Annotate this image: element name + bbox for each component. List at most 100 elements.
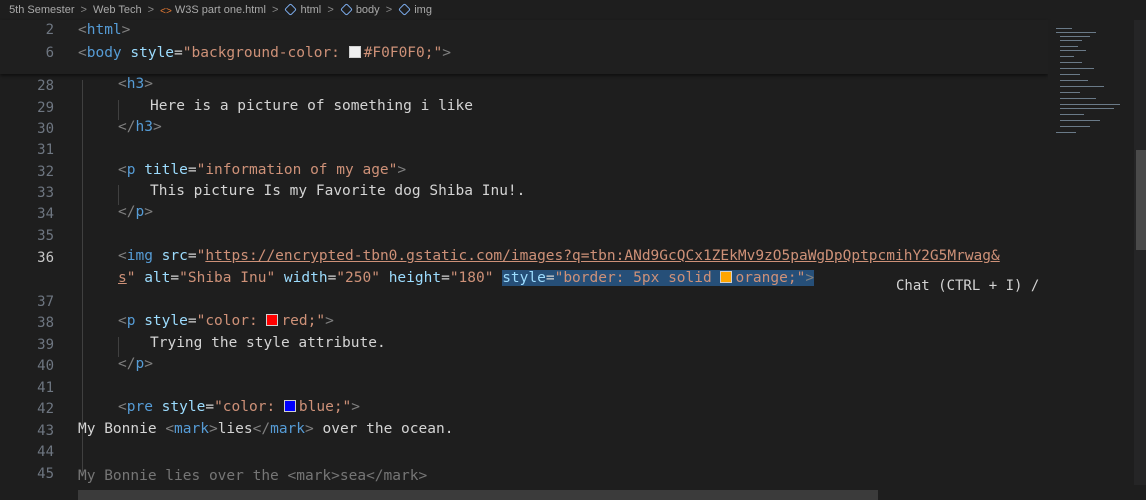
line-number: 35 — [37, 228, 54, 244]
tag-name: mark — [270, 421, 306, 437]
minimap-line — [1056, 28, 1072, 29]
line-number-gutter: 28 29 30 31 32 33 34 35 36 37 38 39 40 4… — [0, 20, 64, 485]
line-number: 29 — [37, 100, 54, 116]
minimap-line — [1060, 46, 1078, 47]
tag-name: mark — [174, 421, 209, 437]
minimap-line — [1060, 92, 1080, 93]
minimap-line — [1060, 120, 1100, 121]
text-content: lies — [217, 421, 253, 437]
tag-name: img — [126, 248, 153, 264]
line-number: 44 — [37, 444, 54, 460]
breadcrumb-item-file[interactable]: W3S part one.html — [175, 0, 266, 20]
breadcrumb-item-folder[interactable]: Web Tech — [93, 0, 142, 20]
breadcrumb-separator: > — [271, 4, 279, 16]
color-swatch-blue[interactable] — [283, 400, 296, 412]
minimap-line — [1060, 62, 1082, 63]
text-content: over the ocean. — [313, 421, 454, 437]
selected-text: style="border: 5px solid orange;"> — [502, 270, 815, 286]
code-line: This picture Is my Favorite dog Shiba In… — [150, 183, 525, 199]
sticky-scroll-header[interactable]: 2 <html> 6 <body style="background-color… — [0, 20, 1048, 74]
minimap-line — [1060, 108, 1114, 109]
scrollbar-thumb[interactable] — [1136, 150, 1146, 250]
attribute-name: src — [161, 248, 188, 264]
breadcrumb-separator: > — [80, 4, 87, 16]
breadcrumb-item-folder[interactable]: 5th Semester — [9, 0, 74, 20]
line-number: 41 — [37, 380, 54, 396]
line-number: 39 — [37, 337, 54, 353]
vertical-scrollbar[interactable] — [1134, 20, 1146, 485]
attribute-name: title — [144, 162, 188, 178]
code-line: </p> — [118, 204, 153, 220]
attribute-value: "Shiba Inu" — [179, 270, 276, 286]
line-number: 30 — [37, 121, 54, 137]
html-file-icon: <> — [160, 6, 172, 17]
line-number-active: 36 — [37, 250, 54, 266]
color-swatch-f0f0f0[interactable] — [348, 46, 361, 58]
sticky-line[interactable]: <html> — [78, 22, 130, 38]
code-editor[interactable]: 28 29 30 31 32 33 34 35 36 37 38 39 40 4… — [0, 20, 1048, 500]
tag-name: p — [135, 204, 145, 220]
minimap-line — [1060, 36, 1090, 37]
minimap-line — [1060, 126, 1090, 127]
tag-name: pre — [126, 399, 153, 415]
element-icon — [284, 3, 298, 16]
code-line-partial: My Bonnie lies over the <mark>sea</mark> — [78, 468, 427, 484]
minimap-line — [1060, 68, 1094, 69]
breadcrumb: 5th Semester > Web Tech > <> W3S part one… — [0, 0, 1146, 20]
attribute-name: alt — [144, 270, 171, 286]
attribute-value: red;" — [281, 313, 326, 329]
minimap-line — [1060, 104, 1120, 105]
horizontal-scrollbar[interactable] — [78, 490, 878, 500]
code-line-wrapped: s" alt="Shiba Inu" width="250" height="1… — [118, 270, 815, 286]
line-number: 33 — [37, 185, 54, 201]
minimap-line — [1060, 114, 1084, 115]
attribute-value: "color: — [214, 399, 284, 415]
line-number: 37 — [37, 294, 54, 310]
color-swatch-orange[interactable] — [720, 271, 733, 283]
element-icon — [339, 3, 353, 16]
attribute-value: "border: 5px solid — [554, 270, 721, 286]
text-content: This picture Is my Favorite dog Shiba In… — [150, 183, 526, 199]
src-url-link[interactable]: s — [118, 270, 127, 286]
minimap-line — [1060, 74, 1080, 75]
sticky-line[interactable]: <body style="background-color: #F0F0F0;"… — [78, 45, 451, 61]
tag-name: h3 — [135, 119, 153, 135]
minimap-line — [1060, 56, 1074, 57]
minimap[interactable] — [1048, 20, 1134, 485]
attribute-value: "250" — [336, 270, 380, 286]
src-url-link[interactable]: https://encrypted-tbn0.gstatic.com/image… — [205, 248, 999, 264]
tag-name: p — [135, 356, 145, 372]
attribute-value: "color: — [196, 313, 267, 329]
attribute-value: orange;" — [735, 270, 806, 286]
attribute-value: "information of my age" — [196, 162, 398, 178]
attribute-name: style — [502, 270, 546, 286]
line-number: 2 — [45, 22, 54, 38]
tag-name: p — [126, 162, 136, 178]
breadcrumb-separator: > — [147, 4, 155, 16]
minimap-line — [1056, 132, 1076, 133]
text-content: My Bonnie lies over the <mark>sea</mark> — [78, 468, 428, 484]
minimap-line — [1060, 50, 1086, 51]
code-line: <p title="information of my age"> — [118, 162, 407, 178]
attribute-value: "180" — [449, 270, 494, 286]
breadcrumb-item-body[interactable]: body — [356, 0, 380, 20]
attribute-value: blue;" — [298, 399, 352, 415]
code-line: <p style="color: red;"> — [118, 313, 334, 329]
attribute-name: style — [161, 399, 206, 415]
breadcrumb-item-img[interactable]: img — [414, 0, 432, 20]
tag-name: p — [126, 313, 136, 329]
breadcrumb-separator: > — [327, 4, 334, 16]
chat-inline-hint[interactable]: Chat (CTRL + I) / — [888, 275, 1048, 297]
code-line: <pre style="color: blue;"> — [118, 399, 361, 415]
line-number: 43 — [37, 423, 54, 439]
code-line: </h3> — [118, 119, 162, 135]
tag-name: body — [86, 45, 122, 61]
code-area[interactable]: <h3> Here is a picture of something i li… — [78, 20, 1048, 485]
text-content: My Bonnie — [78, 421, 166, 437]
color-swatch-red[interactable] — [266, 314, 279, 326]
line-number: 45 — [37, 466, 54, 482]
line-number: 31 — [37, 142, 54, 158]
minimap-line — [1060, 40, 1082, 41]
breadcrumb-item-html[interactable]: html — [300, 0, 321, 20]
line-number: 28 — [37, 78, 54, 94]
